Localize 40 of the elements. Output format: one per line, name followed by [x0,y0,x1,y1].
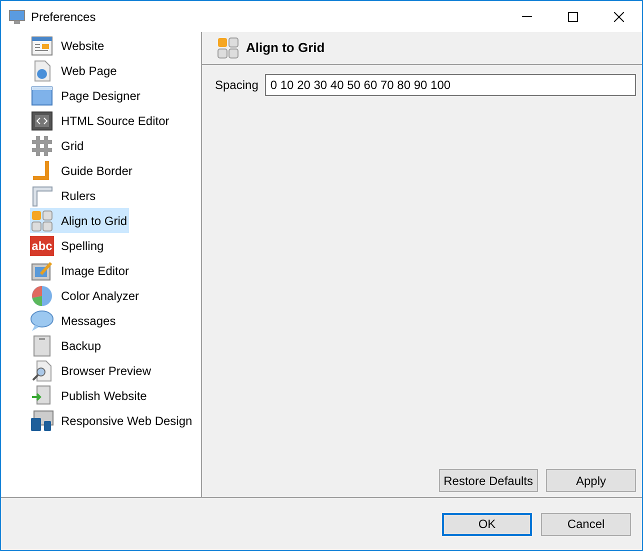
dialog-button[interactable]: Cancel [541,512,631,536]
monitor-icon [9,10,25,24]
sidebar-item[interactable]: Align to Grid [30,208,130,233]
pie-icon [30,284,54,306]
sidebar-item[interactable]: Messages [30,308,118,333]
panel-button[interactable]: Restore Defaults [438,469,538,492]
input-field[interactable]: 0 10 20 30 40 50 60 70 80 90 100 [265,74,636,96]
minimize-icon [522,16,532,17]
spelling-icon: abc [30,236,54,256]
sidebar-item[interactable]: Responsive Web Design [30,408,194,433]
image-edit-icon [30,260,54,282]
sidebar-item[interactable]: Page Designer [30,83,142,108]
sidebar-item[interactable]: Browser Preview [30,358,154,383]
sidebar-item[interactable]: Website [30,33,106,58]
sidebar-item[interactable]: Grid [30,133,86,158]
sidebar-item[interactable]: Color Analyzer [30,283,142,308]
window-icon [30,34,54,56]
window-title: Preferences [31,8,96,26]
sidebar-item[interactable]: Web Page [30,58,119,83]
speech-bubble-icon [30,310,54,332]
sidebar-item[interactable]: Image Editor [30,258,132,283]
sidebar-item[interactable]: Rulers [30,183,98,208]
sidebar-item[interactable]: HTML Source Editor [30,108,172,133]
sidebar-item[interactable]: abc Spelling [30,233,106,258]
grid-squares-icon [30,210,54,232]
close-icon [614,12,624,22]
dialog-button[interactable]: OK [442,512,532,536]
sidebar-item[interactable]: Backup [30,333,104,358]
magnifier-page-icon [30,360,54,382]
grid-squares-icon [217,37,239,59]
panel-title: Align to Grid [246,39,325,58]
panel-button[interactable]: Apply [546,469,636,492]
maximize-icon [568,12,578,22]
sidebar-item[interactable]: Guide Border [30,158,134,183]
devices-icon [30,410,54,432]
sidebar-item[interactable]: Publish Website [30,383,149,408]
code-icon [30,110,54,132]
window-icon [30,84,54,106]
field-label: Spacing [215,77,258,94]
grid-icon [30,134,54,156]
